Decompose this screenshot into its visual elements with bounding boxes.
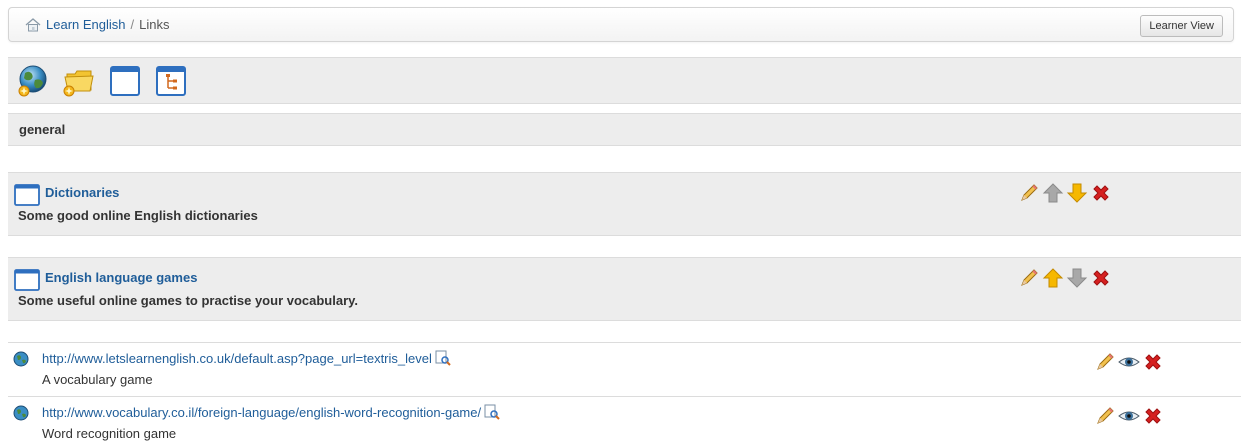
breadcrumb-home-link[interactable]: Learn English: [46, 17, 126, 32]
edit-pencil-icon[interactable]: [1094, 351, 1116, 373]
link-url-container: http://www.vocabulary.co.il/foreign-lang…: [42, 404, 500, 420]
link-actions: [1094, 405, 1164, 427]
delete-icon[interactable]: [1090, 182, 1112, 204]
globe-icon: [13, 405, 29, 421]
add-link-icon[interactable]: [16, 64, 50, 98]
links-table: http://www.letslearnenglish.co.uk/defaul…: [8, 342, 1241, 446]
globe-icon: [13, 351, 29, 367]
move-up-disabled-icon: [1042, 182, 1064, 204]
link-url-container: http://www.letslearnenglish.co.uk/defaul…: [42, 350, 451, 366]
breadcrumb-separator: /: [130, 17, 135, 32]
category-header: general: [8, 113, 1241, 146]
toolbar: [8, 57, 1241, 104]
link-row: http://www.letslearnenglish.co.uk/defaul…: [8, 343, 1241, 395]
breadcrumb-current: Links: [139, 17, 170, 32]
move-down-arrow-icon[interactable]: [1066, 182, 1088, 204]
learner-view-button[interactable]: Learner View: [1140, 15, 1223, 37]
delete-icon[interactable]: [1090, 267, 1112, 289]
edit-pencil-icon[interactable]: [1018, 267, 1040, 289]
link-actions: [1094, 351, 1164, 373]
visibility-eye-icon[interactable]: [1118, 351, 1140, 373]
folder-actions: [1018, 182, 1112, 204]
folder-window-icon: [14, 184, 40, 206]
breadcrumb: Learn English / Links: [25, 17, 169, 32]
delete-icon[interactable]: [1142, 405, 1164, 427]
folder-title-link[interactable]: Dictionaries: [45, 185, 119, 200]
link-description: A vocabulary game: [42, 372, 153, 387]
link-description: Word recognition game: [42, 426, 177, 441]
folder-description: Some good online English dictionaries: [18, 208, 258, 223]
link-tree-icon[interactable]: [154, 64, 188, 98]
folder-window-icon: [14, 269, 40, 291]
visibility-eye-icon[interactable]: [1118, 405, 1140, 427]
add-folder-icon[interactable]: [62, 64, 96, 98]
folder-row: English language games Some useful onlin…: [8, 257, 1241, 321]
add-category-icon[interactable]: [108, 64, 142, 98]
folder-row: Dictionaries Some good online English di…: [8, 172, 1241, 236]
folder-title-link[interactable]: English language games: [45, 270, 197, 285]
edit-pencil-icon[interactable]: [1094, 405, 1116, 427]
preview-magnifier-icon[interactable]: [484, 404, 500, 420]
home-icon[interactable]: [25, 17, 41, 32]
link-url[interactable]: http://www.letslearnenglish.co.uk/defaul…: [42, 351, 432, 366]
breadcrumb-bar: Learn English / Links Learner View: [8, 7, 1234, 42]
preview-magnifier-icon[interactable]: [435, 350, 451, 366]
link-url[interactable]: http://www.vocabulary.co.il/foreign-lang…: [42, 405, 481, 420]
delete-icon[interactable]: [1142, 351, 1164, 373]
folder-actions: [1018, 267, 1112, 289]
move-up-arrow-icon[interactable]: [1042, 267, 1064, 289]
folder-description: Some useful online games to practise you…: [18, 293, 359, 308]
move-down-disabled-icon: [1066, 267, 1088, 289]
link-row: http://www.vocabulary.co.il/foreign-lang…: [8, 396, 1241, 446]
edit-pencil-icon[interactable]: [1018, 182, 1040, 204]
